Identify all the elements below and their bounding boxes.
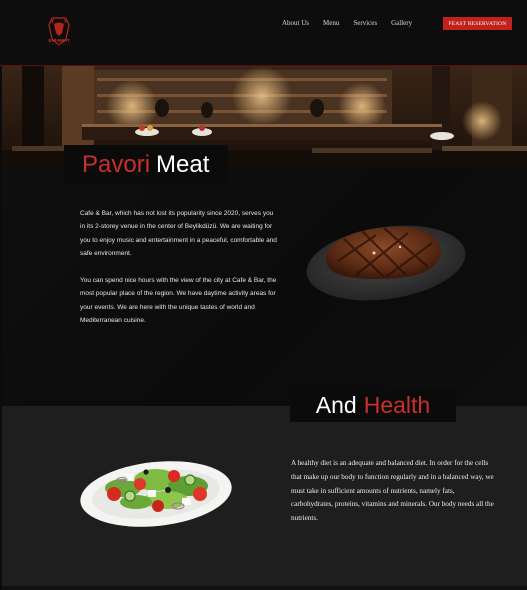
nav-about-us[interactable]: About Us	[282, 19, 309, 27]
and-health-title: And Health	[290, 389, 456, 422]
title-word-pavori: Pavori	[82, 151, 151, 178]
intro-paragraph-1: Cafe & Bar, which has not lost its popul…	[80, 210, 277, 257]
nav-menu: About Us Menu Services Gallery	[282, 19, 426, 27]
nav-gallery[interactable]: Gallery	[391, 19, 412, 27]
feast-reservation-button[interactable]: FEAST RESERVATION	[443, 17, 512, 30]
salad-plate-image	[78, 450, 234, 537]
intro-paragraph-2: You can spend nice hours with the view o…	[80, 277, 277, 324]
footer-edge	[2, 586, 527, 590]
salad-image	[80, 461, 232, 527]
brand-logo[interactable]: EAT•MEAT	[40, 15, 78, 51]
nav-menu-link[interactable]: Menu	[323, 19, 339, 27]
title-word-health: Health	[363, 392, 431, 418]
svg-text:EAT•MEAT: EAT•MEAT	[48, 38, 70, 43]
health-paragraph: A healthy diet is an adequate and balanc…	[291, 459, 494, 523]
pavori-meat-title: Pavori Meat	[64, 145, 228, 185]
bull-shield-icon: EAT•MEAT	[46, 17, 72, 46]
steak-plate-image	[304, 217, 468, 308]
nav-services[interactable]: Services	[353, 19, 377, 27]
title-word-meat: Meat	[156, 151, 210, 178]
top-navbar: EAT•MEAT About Us Menu Services Gallery …	[0, 0, 527, 66]
grilled-steak-image	[306, 225, 466, 301]
title-word-and: And	[315, 392, 357, 418]
